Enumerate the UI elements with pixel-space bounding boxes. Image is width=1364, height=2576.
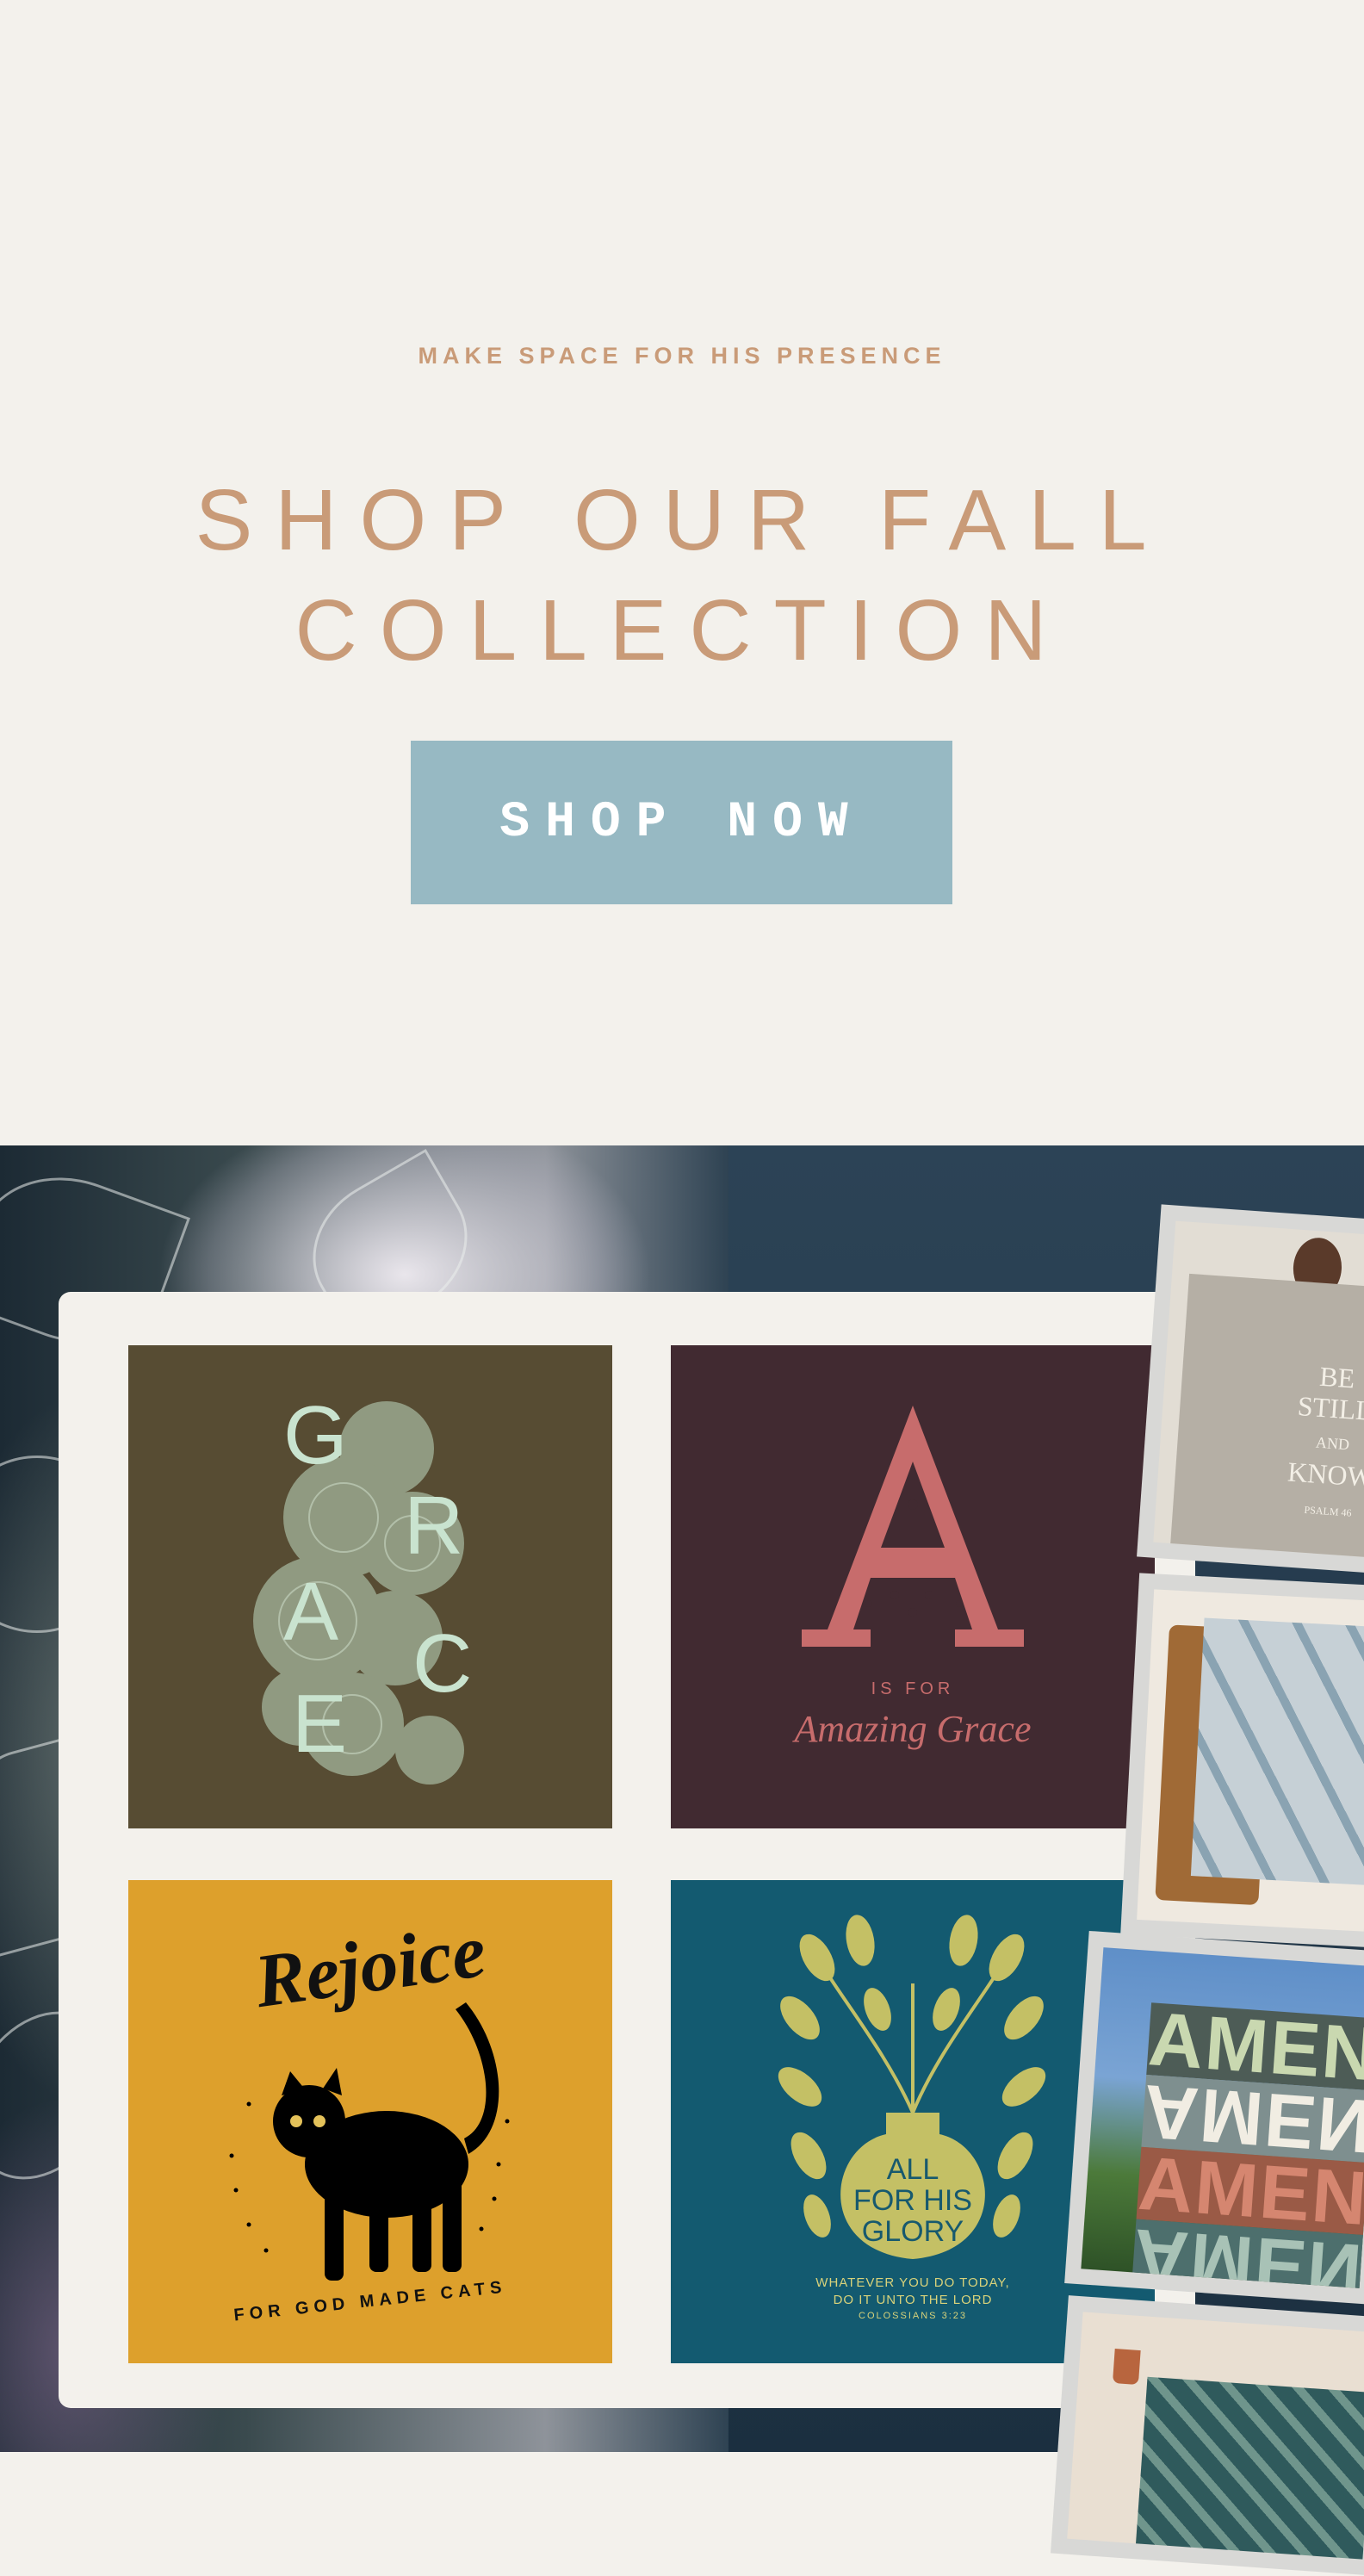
vase-line-2: FOR HIS [853,2184,972,2217]
floral-illustration [253,1401,464,1785]
hero-eyebrow: MAKE SPACE FOR HIS PRESENCE [418,343,946,369]
shop-now-button[interactable]: SHOP NOW [411,741,952,904]
blanket-word: AND [1315,1433,1350,1454]
hero-headline: SHOP OUR FALL COLLECTION [0,465,1364,686]
amazing-grace-script: Amazing Grace [794,1708,1032,1750]
grace-letter: A [283,1566,339,1658]
blanket-ref: PSALM 46 [1304,1503,1352,1519]
lace-letter-a [802,1406,1024,1647]
amazing-grace-print[interactable]: IS FOR Amazing Grace [671,1345,1155,1828]
product-photo-be-still-blanket[interactable]: BE STILL AND KNOW PSALM 46 [1137,1204,1364,1574]
grace-letter: G [283,1389,348,1481]
blanket-word: STILL [1296,1390,1364,1427]
bed-blanket [1135,2376,1364,2560]
grace-letter: C [412,1617,473,1710]
photo-inner [1067,2312,1364,2560]
headline-line-1: SHOP OUR FALL [195,472,1169,568]
product-photo-amen-blanket[interactable]: AMEN AMEN AMEN AMEN [1064,1930,1364,2306]
grace-letter: R [404,1480,464,1572]
blanket-word: BE [1318,1360,1356,1394]
vase-line-1: ALL [886,2153,939,2186]
photo-inner: AMEN AMEN AMEN AMEN [1081,1947,1364,2288]
blanket-word: KNOW [1286,1456,1364,1493]
rejoice-cat-print[interactable]: Rejoice FOR GOD MADE CATS [128,1880,612,2363]
plant-pot [1112,2349,1141,2386]
product-photo-chair-blanket[interactable] [1120,1573,1364,1948]
hero-section: MAKE SPACE FOR HIS PRESENCE SHOP OUR FAL… [0,0,1364,1145]
grace-floral-print[interactable]: G R A C E [128,1345,612,1828]
verse-line-1: WHATEVER YOU DO TODAY, [815,2275,1010,2290]
product-photo-bedroom-blanket[interactable] [1050,2295,1364,2576]
headline-line-2: COLLECTION [294,582,1070,679]
verse-line-2: DO IT UNTO THE LORD [833,2293,993,2307]
patterned-blanket [1190,1617,1364,1887]
is-for-caption: IS FOR [871,1679,955,1698]
grace-letter: E [292,1678,348,1770]
photo-inner: BE STILL AND KNOW PSALM 46 [1153,1220,1364,1558]
be-still-blanket-text: BE STILL AND KNOW PSALM 46 [1284,1359,1364,1530]
amen-word-mirrored: AMEN [1131,2213,1364,2288]
shop-now-label: SHOP NOW [499,794,864,851]
vase-line-3: GLORY [861,2215,964,2248]
photo-inner [1137,1589,1364,1932]
